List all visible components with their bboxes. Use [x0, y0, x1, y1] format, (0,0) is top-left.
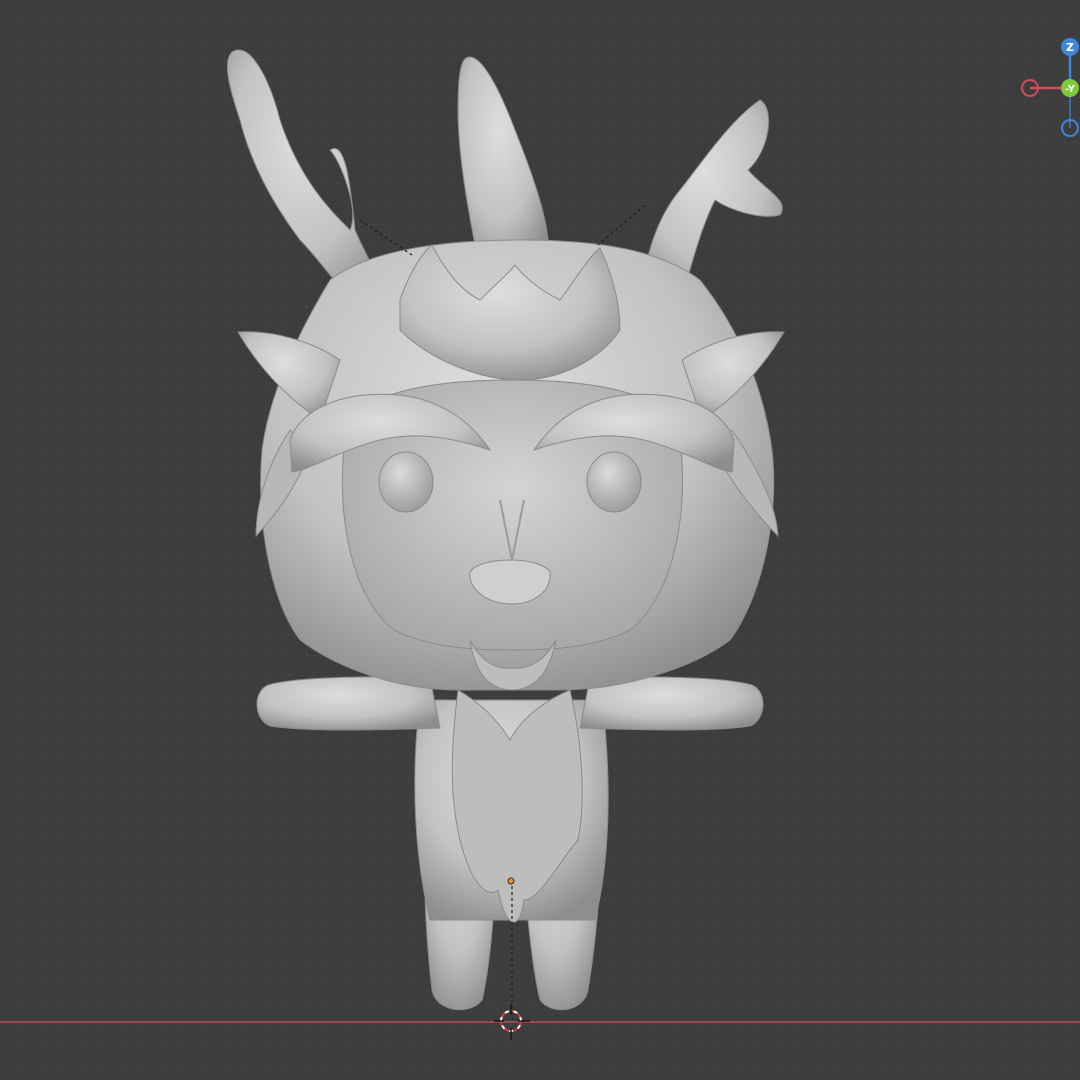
- center-horn: [457, 56, 550, 271]
- antler-parent-line-right: [597, 204, 646, 246]
- 3d-viewport[interactable]: Z -Y: [0, 0, 1080, 1080]
- neg-y-axis-label: -Y: [1065, 84, 1076, 95]
- left-eye: [378, 451, 434, 513]
- navigation-gizmo[interactable]: Z -Y: [1010, 30, 1080, 140]
- sculpt-model[interactable]: [0, 0, 1080, 1080]
- z-axis-label: Z: [1066, 41, 1074, 54]
- 3d-cursor-icon[interactable]: [494, 1004, 530, 1040]
- origin-point-icon[interactable]: [507, 877, 515, 885]
- right-eye: [586, 451, 642, 513]
